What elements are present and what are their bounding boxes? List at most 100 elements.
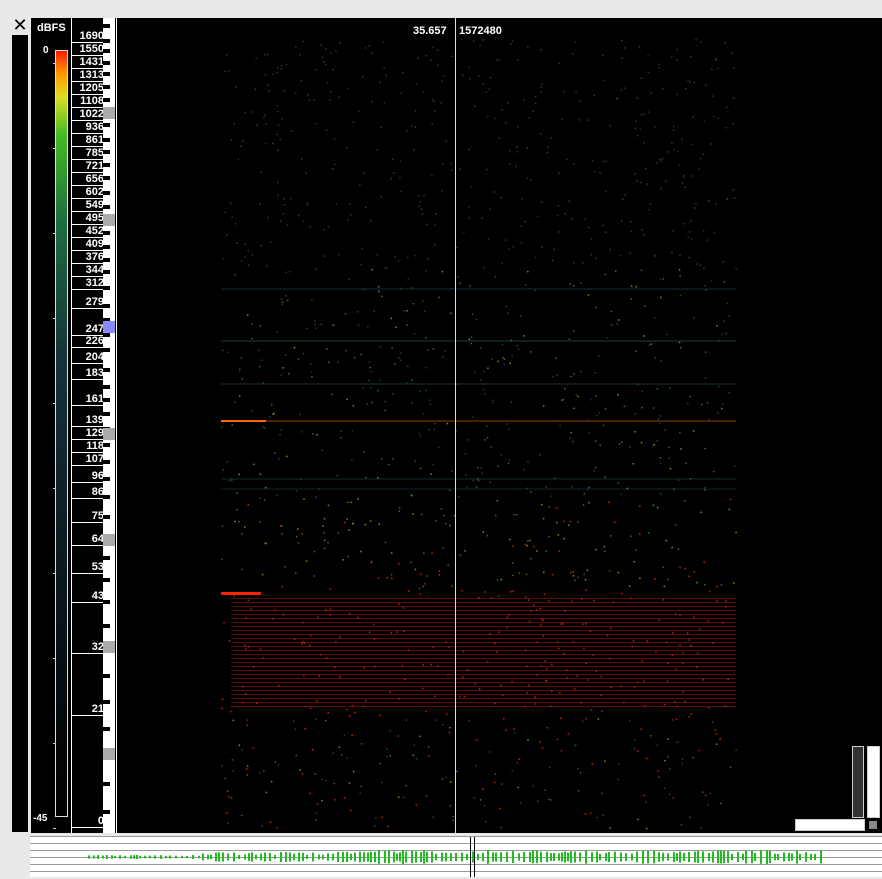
- waveform-bar: [244, 854, 246, 860]
- spectrogram-texture: [519, 315, 522, 317]
- piano-black-key[interactable]: [103, 85, 110, 89]
- piano-black-key[interactable]: [103, 443, 110, 447]
- spectrogram-texture: [297, 542, 300, 544]
- piano-black-key[interactable]: [103, 245, 110, 249]
- spectrogram-texture: [227, 351, 229, 354]
- spectrogram-texture: [643, 335, 645, 337]
- spectrogram-texture: [704, 377, 707, 380]
- spectrogram-texture: [403, 310, 405, 312]
- piano-black-key[interactable]: [103, 385, 110, 389]
- spectrogram-texture: [406, 256, 409, 259]
- spectrogram-texture: [680, 346, 682, 349]
- piano-black-key[interactable]: [103, 412, 110, 416]
- spectrogram-texture: [424, 337, 427, 339]
- piano-black-key[interactable]: [103, 231, 110, 235]
- spectrogram-texture: [311, 376, 313, 378]
- spectrogram-texture: [558, 550, 561, 552]
- waveform-bar: [293, 853, 295, 861]
- piano-black-key[interactable]: [103, 810, 110, 814]
- piano-black-key[interactable]: [103, 138, 110, 142]
- piano-octave-marker[interactable]: [103, 321, 115, 333]
- piano-black-key[interactable]: [103, 270, 110, 274]
- spectrogram-texture: [575, 91, 577, 93]
- piano-black-key[interactable]: [103, 176, 110, 180]
- spectrogram-texture: [703, 267, 705, 269]
- spectrogram-texture: [259, 203, 261, 206]
- piano-black-key[interactable]: [103, 286, 110, 290]
- spectrogram-texture: [360, 743, 363, 745]
- waveform-bar: [160, 855, 162, 859]
- spectrogram-texture: [304, 728, 306, 730]
- spectrogram-texture: [264, 114, 266, 116]
- piano-black-key[interactable]: [103, 24, 110, 28]
- spectrogram-texture: [325, 719, 327, 722]
- piano-octave-marker[interactable]: [103, 641, 115, 653]
- piano-black-key[interactable]: [103, 600, 110, 604]
- piano-black-key[interactable]: [103, 98, 110, 102]
- spectrogram-texture: [585, 589, 588, 591]
- spectrogram-texture: [363, 172, 365, 175]
- waveform-bar: [111, 855, 113, 859]
- piano-black-key[interactable]: [103, 700, 110, 704]
- piano-black-key[interactable]: [103, 495, 110, 499]
- piano-black-key[interactable]: [103, 123, 110, 127]
- spectrogram-texture: [352, 405, 355, 407]
- piano-black-key[interactable]: [103, 205, 110, 209]
- piano-black-key[interactable]: [103, 163, 110, 167]
- piano-keyboard[interactable]: [103, 18, 115, 833]
- spectrogram-texture: [577, 576, 579, 579]
- piano-black-key[interactable]: [103, 150, 110, 154]
- piano-black-key[interactable]: [103, 578, 110, 582]
- piano-black-key[interactable]: [103, 477, 110, 481]
- piano-black-key[interactable]: [103, 398, 110, 402]
- waveform-bar: [585, 850, 587, 864]
- frequency-label: 43: [91, 590, 104, 602]
- vertical-zoom-slider[interactable]: [852, 746, 864, 818]
- overview-playhead[interactable]: [470, 837, 475, 877]
- piano-octave-marker[interactable]: [103, 428, 115, 440]
- piano-black-key[interactable]: [103, 782, 110, 786]
- piano-black-key[interactable]: [103, 624, 110, 628]
- piano-black-key[interactable]: [103, 368, 110, 372]
- cursor-time-readout: 35.657: [413, 25, 447, 37]
- vertical-zoom-scale[interactable]: [867, 746, 880, 818]
- spectrogram-texture: [382, 41, 385, 43]
- spectrogram-texture: [368, 361, 371, 363]
- cursor-line[interactable]: [455, 18, 456, 833]
- waveform-overview[interactable]: [30, 836, 882, 877]
- piano-octave-marker[interactable]: [103, 107, 115, 119]
- spectrogram-texture: [540, 132, 542, 135]
- piano-black-key[interactable]: [103, 333, 110, 337]
- piano-black-key[interactable]: [103, 304, 110, 308]
- spectrogram-texture: [326, 81, 329, 84]
- piano-black-key[interactable]: [103, 674, 110, 678]
- piano-black-key[interactable]: [103, 39, 110, 43]
- piano-black-key[interactable]: [103, 72, 110, 76]
- horizontal-zoom-slider[interactable]: [795, 819, 865, 831]
- spectrogram-texture: [486, 115, 489, 118]
- zoom-reset-button[interactable]: [869, 821, 877, 829]
- spectrogram-texture: [477, 480, 480, 482]
- piano-black-key[interactable]: [103, 61, 110, 65]
- piano-octave-marker[interactable]: [103, 534, 115, 546]
- close-icon[interactable]: ✕: [11, 17, 29, 35]
- spectrogram-texture: [620, 685, 622, 688]
- spectrogram-texture: [660, 187, 662, 190]
- spectrogram-canvas[interactable]: [116, 18, 882, 833]
- piano-octave-marker[interactable]: [103, 214, 115, 226]
- piano-black-key[interactable]: [103, 348, 110, 352]
- piano-black-key[interactable]: [103, 49, 110, 53]
- piano-octave-marker[interactable]: [103, 748, 115, 760]
- piano-black-key[interactable]: [103, 191, 110, 195]
- waveform-bar: [322, 854, 324, 860]
- spectrogram-texture: [333, 782, 336, 785]
- piano-black-key[interactable]: [103, 258, 110, 262]
- piano-black-key[interactable]: [103, 515, 110, 519]
- piano-black-key[interactable]: [103, 556, 110, 560]
- spectrogram-texture: [226, 790, 229, 792]
- spectrogram-view[interactable]: dBFS 0 -45 1690 1550 1431 1313 1205 1108 1022 9…: [31, 18, 882, 833]
- piano-black-key[interactable]: [103, 460, 110, 464]
- waveform-bar: [124, 855, 126, 859]
- spectrogram-texture: [364, 699, 367, 702]
- piano-black-key[interactable]: [103, 727, 110, 731]
